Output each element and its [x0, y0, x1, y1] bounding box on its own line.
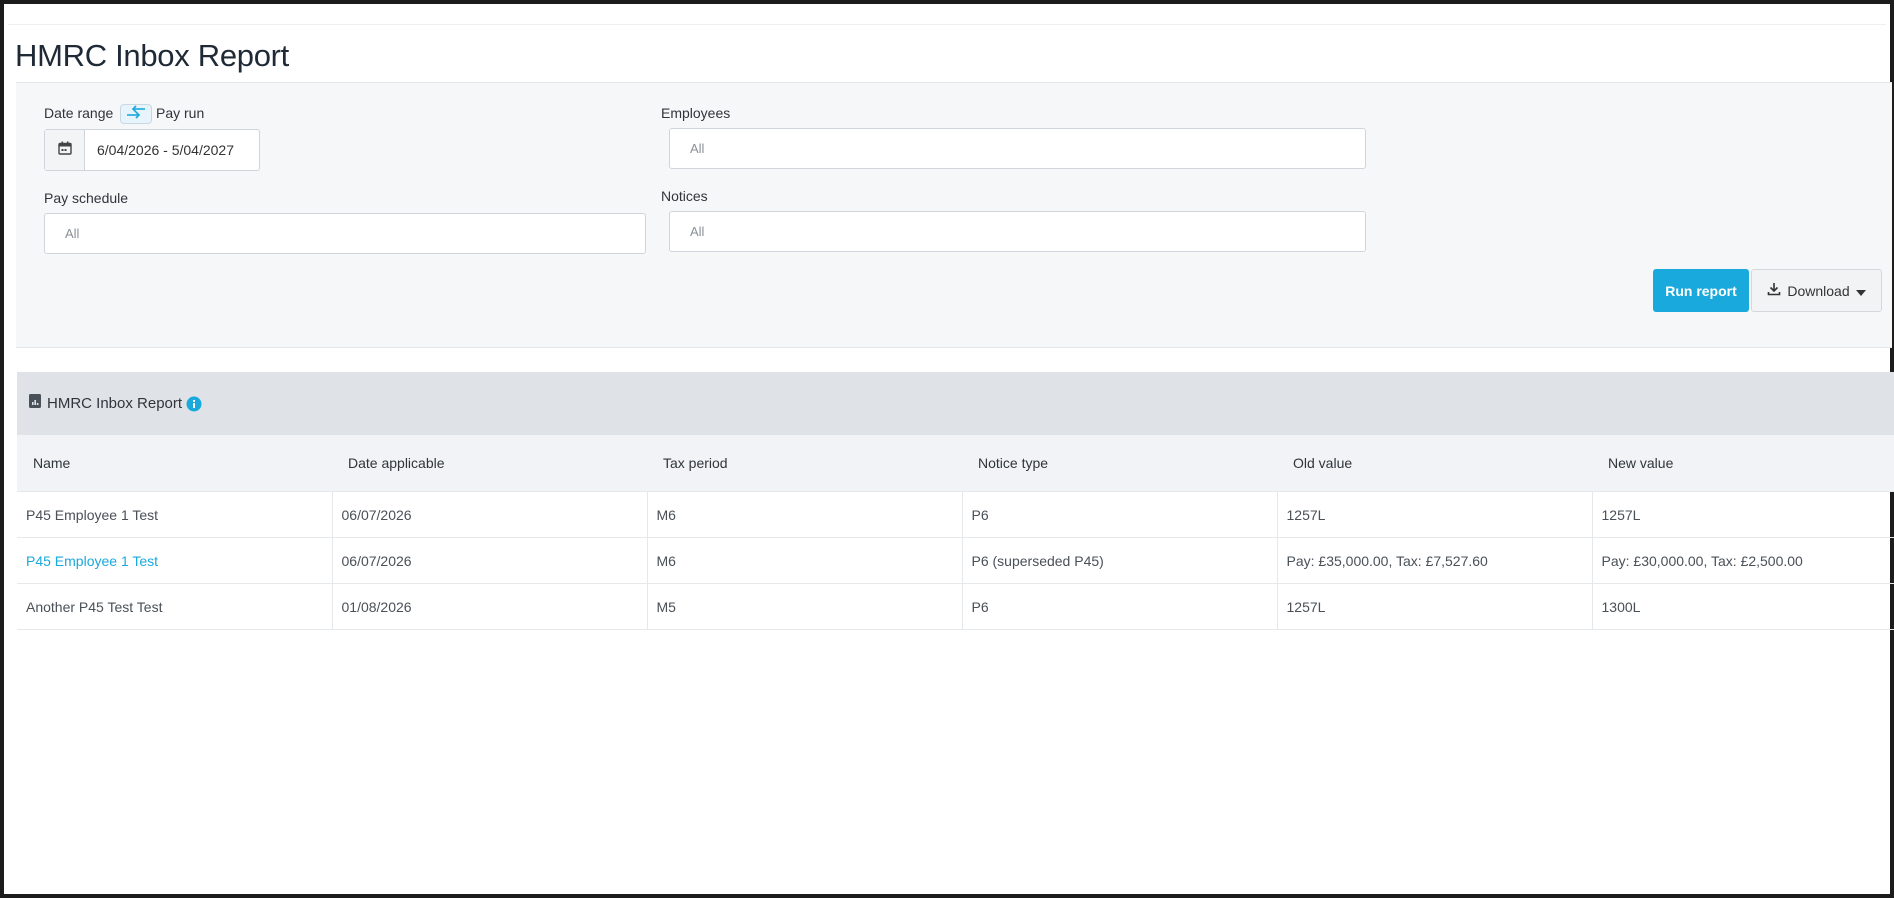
table-row: Another P45 Test Test 01/08/2026 M5 P6 1… — [17, 583, 1894, 630]
report-header: HMRC Inbox Report — [17, 372, 1894, 435]
report-doc-icon — [29, 394, 41, 413]
column-header-old-value[interactable]: Old value — [1277, 435, 1592, 492]
notices-label: Notices — [661, 188, 708, 204]
download-label: Download — [1787, 282, 1850, 299]
cell-new-value: 1257L — [1591, 491, 1894, 538]
cell-name: P45 Employee 1 Test — [17, 491, 332, 538]
column-header-notice-type[interactable]: Notice type — [962, 435, 1277, 492]
cell-date: 06/07/2026 — [331, 491, 647, 538]
cell-period: M5 — [646, 583, 962, 630]
report-table: Name Date applicable Tax period Notice t… — [17, 435, 1894, 630]
column-header-name[interactable]: Name — [17, 435, 332, 492]
cell-old-value: 1257L — [1276, 583, 1592, 630]
caret-down-icon — [1855, 283, 1866, 299]
cell-notice-type: P6 (superseded P45) — [961, 537, 1277, 584]
app-frame: HMRC Inbox Report Date range Pay run 6/0… — [0, 0, 1894, 898]
range-mode-toggle[interactable] — [120, 104, 152, 124]
run-report-button[interactable]: Run report — [1653, 269, 1749, 312]
cell-date: 06/07/2026 — [331, 537, 647, 584]
cell-name-link[interactable]: P45 Employee 1 Test — [17, 537, 332, 584]
cell-new-value: 1300L — [1591, 583, 1894, 630]
page-title: HMRC Inbox Report — [15, 38, 289, 73]
date-range-value: 6/04/2026 - 5/04/2027 — [97, 142, 235, 158]
cell-date: 01/08/2026 — [331, 583, 647, 630]
info-icon[interactable] — [186, 396, 202, 412]
cell-old-value: 1257L — [1276, 491, 1592, 538]
pay-schedule-label: Pay schedule — [44, 190, 129, 206]
cell-notice-type: P6 — [961, 491, 1277, 538]
column-header-tax-period[interactable]: Tax period — [647, 435, 962, 492]
cell-notice-type: P6 — [961, 583, 1277, 630]
employees-select[interactable]: All — [669, 128, 1366, 169]
download-button[interactable]: Download — [1751, 269, 1882, 312]
date-range-picker[interactable]: 6/04/2026 - 5/04/2027 — [44, 129, 260, 171]
notices-select[interactable]: All — [669, 211, 1366, 252]
column-header-new-value[interactable]: New value — [1592, 435, 1894, 492]
cell-old-value: Pay: £35,000.00, Tax: £7,527.60 — [1276, 537, 1592, 584]
table-row: P45 Employee 1 Test 06/07/2026 M6 P6 (su… — [17, 537, 1894, 584]
calendar-button[interactable] — [45, 130, 85, 170]
pay-schedule-select[interactable]: All — [44, 213, 646, 254]
cell-name: Another P45 Test Test — [17, 583, 332, 630]
swap-arrows-icon — [125, 104, 147, 124]
pay-run-label: Pay run — [156, 105, 205, 121]
calendar-icon — [57, 141, 72, 160]
date-range-label: Date range — [44, 105, 114, 121]
top-divider — [8, 24, 1886, 25]
column-header-date-applicable[interactable]: Date applicable — [332, 435, 647, 492]
report-title: HMRC Inbox Report — [47, 395, 183, 412]
cell-period: M6 — [646, 491, 962, 538]
table-header-row: Name Date applicable Tax period Notice t… — [17, 435, 1894, 492]
cell-period: M6 — [646, 537, 962, 584]
report-panel: HMRC Inbox Report Name Date applicable T… — [17, 372, 1894, 630]
employees-label: Employees — [661, 105, 731, 121]
table-row: P45 Employee 1 Test 06/07/2026 M6 P6 125… — [17, 491, 1894, 538]
cell-new-value: Pay: £30,000.00, Tax: £2,500.00 — [1591, 537, 1894, 584]
download-icon — [1767, 282, 1781, 299]
